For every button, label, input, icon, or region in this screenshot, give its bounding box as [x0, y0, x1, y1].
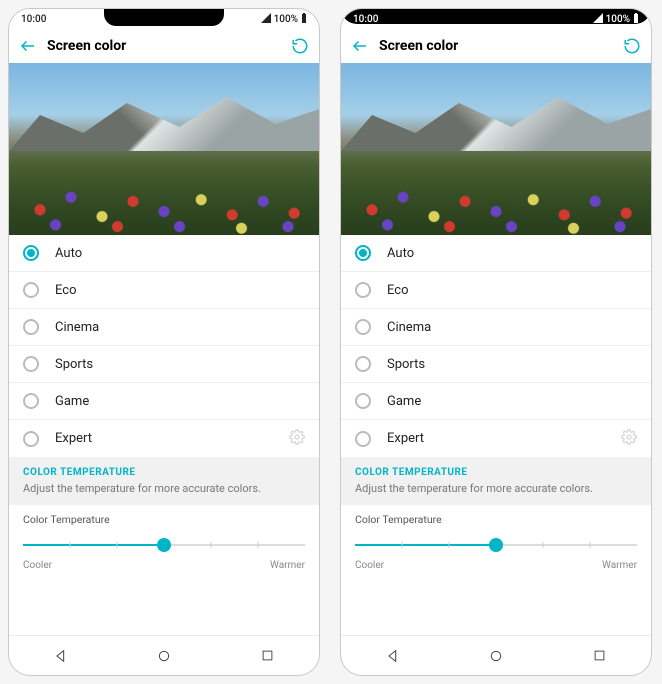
option-label: Expert [55, 431, 92, 446]
reset-icon[interactable] [623, 37, 641, 55]
battery-pct: 100% [606, 14, 630, 25]
page-title: Screen color [47, 38, 281, 54]
notch [104, 8, 224, 26]
app-header: Screen color [9, 29, 319, 63]
color-mode-option[interactable]: Sports [341, 346, 651, 383]
nav-recent-icon[interactable] [579, 648, 619, 663]
section-heading: COLOR TEMPERATURE [9, 457, 319, 482]
color-mode-option[interactable]: Eco [341, 272, 651, 309]
back-icon[interactable] [19, 37, 37, 55]
color-mode-option[interactable]: Game [9, 383, 319, 420]
status-time: 10:00 [21, 14, 46, 25]
option-label: Sports [55, 357, 93, 372]
option-label: Cinema [55, 320, 99, 335]
phone-right: 10:00 100% Screen color Auto Eco Cinema … [340, 8, 652, 676]
color-temperature-slider-block: Color Temperature Cooler Warmer [9, 505, 319, 577]
preview-image [341, 63, 651, 235]
nav-home-icon[interactable] [144, 648, 184, 664]
page-title: Screen color [379, 38, 613, 54]
color-temperature-slider-block: Color Temperature Cooler Warmer [341, 505, 651, 577]
option-label: Expert [387, 431, 424, 446]
option-label: Game [387, 394, 421, 409]
nav-recent-icon[interactable] [247, 648, 287, 663]
signal-icon [593, 13, 603, 26]
status-bar: 10:00 100% [9, 9, 319, 29]
radio-icon [23, 282, 39, 298]
color-mode-option[interactable]: Expert [341, 420, 651, 457]
radio-icon [355, 356, 371, 372]
slider-min-label: Cooler [23, 560, 52, 571]
slider-max-label: Warmer [602, 560, 637, 571]
nav-back-icon[interactable] [41, 648, 81, 664]
phone-left: 10:00 100% Screen color Auto Eco Cinema … [8, 8, 320, 676]
color-mode-option[interactable]: Expert [9, 420, 319, 457]
radio-icon [355, 282, 371, 298]
app-header: Screen color [341, 29, 651, 63]
radio-icon [23, 393, 39, 409]
radio-icon [355, 393, 371, 409]
color-mode-option[interactable]: Eco [9, 272, 319, 309]
option-label: Eco [387, 283, 409, 298]
battery-icon [301, 13, 307, 26]
option-label: Eco [55, 283, 77, 298]
radio-icon [23, 245, 39, 261]
radio-icon [355, 245, 371, 261]
radio-icon [23, 431, 39, 447]
slider-max-label: Warmer [270, 560, 305, 571]
slider-min-label: Cooler [355, 560, 384, 571]
color-temperature-slider[interactable] [355, 536, 637, 554]
nav-bar [341, 635, 651, 675]
option-label: Cinema [387, 320, 431, 335]
radio-icon [23, 356, 39, 372]
color-mode-option[interactable]: Cinema [9, 309, 319, 346]
battery-icon [633, 13, 639, 26]
color-mode-option[interactable]: Auto [341, 235, 651, 272]
back-icon[interactable] [351, 37, 369, 55]
color-mode-option[interactable]: Auto [9, 235, 319, 272]
reset-icon[interactable] [291, 37, 309, 55]
radio-icon [355, 319, 371, 335]
section-description: Adjust the temperature for more accurate… [341, 482, 651, 505]
slider-thumb[interactable] [489, 538, 503, 552]
radio-icon [355, 431, 371, 447]
section-description: Adjust the temperature for more accurate… [9, 482, 319, 505]
color-temperature-slider[interactable] [23, 536, 305, 554]
signal-icon [261, 13, 271, 26]
battery-pct: 100% [274, 14, 298, 25]
color-mode-list: Auto Eco Cinema Sports Game Expert [341, 235, 651, 457]
slider-title: Color Temperature [355, 513, 637, 526]
section-heading: COLOR TEMPERATURE [341, 457, 651, 482]
slider-title: Color Temperature [23, 513, 305, 526]
color-mode-option[interactable]: Sports [9, 346, 319, 383]
nav-bar [9, 635, 319, 675]
option-label: Auto [55, 246, 82, 261]
option-label: Game [55, 394, 89, 409]
status-bar: 10:00 100% [341, 9, 651, 29]
color-mode-option[interactable]: Game [341, 383, 651, 420]
color-mode-list: Auto Eco Cinema Sports Game Expert [9, 235, 319, 457]
gear-icon[interactable] [289, 429, 305, 449]
color-mode-option[interactable]: Cinema [341, 309, 651, 346]
nav-back-icon[interactable] [373, 648, 413, 664]
option-label: Sports [387, 357, 425, 372]
status-time: 10:00 [353, 14, 378, 25]
preview-image [9, 63, 319, 235]
nav-home-icon[interactable] [476, 648, 516, 664]
option-label: Auto [387, 246, 414, 261]
gear-icon[interactable] [621, 429, 637, 449]
radio-icon [23, 319, 39, 335]
slider-thumb[interactable] [157, 538, 171, 552]
